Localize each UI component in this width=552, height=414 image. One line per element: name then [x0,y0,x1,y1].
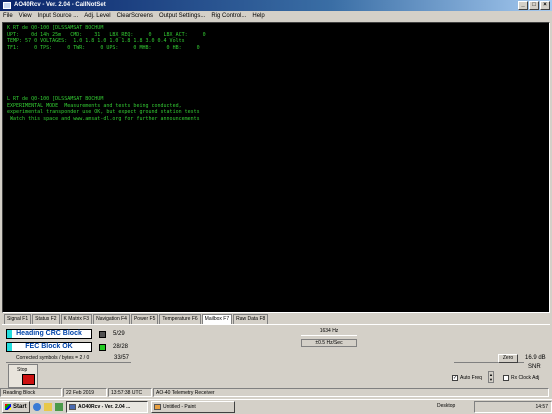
snr-label: SNR [528,364,541,370]
menu-adj-level[interactable]: Adj. Level [84,13,110,19]
tab-power[interactable]: Power F5 [130,314,159,324]
menu-input-source[interactable]: Input Source ... [38,13,79,19]
zero-button[interactable]: Zero [498,354,518,363]
tab-temperature[interactable]: Temperature F6 [159,314,201,324]
close-button[interactable]: × [540,1,550,10]
task-label: Untitled - Paint [163,404,196,410]
menu-file[interactable]: File [3,13,13,19]
menu-clear-screens[interactable]: ClearScreens [117,13,153,19]
crc-led-indicator [99,331,106,338]
tab-k-matrix[interactable]: K Matrix F3 [60,314,93,324]
decoder-panel: Heading CRC Block 5/29 FEC Block OK 28/2… [2,324,550,388]
fec-led-indicator [99,344,106,351]
window-title: AO40Rcv - Ver. 2.04 - CallNotSet [14,2,106,8]
tab-navigation[interactable]: Navigation F4 [93,314,130,324]
snr-db-value: 16.9 dB [525,355,546,361]
stop-label: Stop [17,367,28,373]
tab-mailbox[interactable]: Mailbox F7 [201,314,233,324]
status-app-name: AO-40 Telemetry Receiver [153,388,549,397]
menu-bar: File View Input Source ... Adj. Level Cl… [0,11,552,21]
rx-clock-label: Rx Clock Adj [511,375,540,381]
tab-status[interactable]: Status F2 [32,314,60,324]
corrected-symbols-label: Corrected symbols / bytes = 2 / 0 [16,355,90,361]
tab-raw-data[interactable]: Raw Data F8 [233,314,269,324]
task-label: AO40Rcv - Ver. 2.04 ... [78,404,131,410]
paint-icon [154,404,161,410]
radio-icon [69,404,76,410]
rate-readout: ±0.5 Hz/Sec [301,339,357,347]
fec-status-box: FEC Block OK [6,342,92,352]
corrected-symbols-value: 33/57 [114,355,130,361]
stop-button[interactable]: Stop [8,364,38,388]
status-time: 13:57:38 UTC [108,388,152,397]
window-title-bar: AO40Rcv - Ver. 2.04 - CallNotSet _ □ × [0,0,552,11]
tab-signal[interactable]: Signal F1 [4,314,32,324]
app-icon [3,2,11,9]
desktop-toolbar-label[interactable]: Desktop [437,403,455,409]
status-bar: Reading Block 22 Feb 2019 13:57:38 UTC A… [0,388,552,397]
tab-bar: Signal F1 Status F2 K Matrix F3 Navigati… [4,314,269,324]
divider [6,362,131,363]
minimize-button[interactable]: _ [518,1,528,10]
clock[interactable]: 14:57 [535,404,548,410]
status-state: Reading Block [0,388,62,397]
crc-status-box: Heading CRC Block [6,329,92,339]
auto-freq-label: Auto Freq [460,375,482,381]
status-date: 22 Feb 2019 [63,388,107,397]
rx-clock-checkbox[interactable] [503,375,509,381]
frequency-readout: 1634 Hz [301,328,357,336]
task-ao40rcv[interactable]: AO40Rcv - Ver. 2.04 ... [66,401,148,413]
auto-freq-checkbox[interactable]: ✓ [452,375,458,381]
telemetry-terminal[interactable]: K RT de Q0-100 [DLSSAMSAT BOCHUM UPT: 0d … [2,22,550,313]
system-tray: 14:57 [474,401,552,413]
start-button[interactable]: Start [2,401,30,413]
crc-count: 5/29 [113,331,125,337]
menu-view[interactable]: View [19,13,32,19]
task-paint[interactable]: Untitled - Paint [151,401,235,413]
media-icon[interactable] [55,403,63,411]
fec-count: 28/28 [113,344,129,350]
maximize-button[interactable]: □ [529,1,539,10]
menu-rig-control[interactable]: Rig Control... [211,13,246,19]
freq-spinner[interactable]: ▲ ▼ [488,371,494,383]
stop-icon [22,374,35,385]
ie-icon[interactable] [33,403,41,411]
terminal-line: Watch this space and www.amsat-dl.org fo… [7,115,200,122]
folder-icon[interactable] [44,403,52,411]
menu-output-settings[interactable]: Output Settings... [159,13,205,19]
menu-help[interactable]: Help [252,13,264,19]
taskbar: Start AO40Rcv - Ver. 2.04 ... Untitled -… [0,399,552,414]
